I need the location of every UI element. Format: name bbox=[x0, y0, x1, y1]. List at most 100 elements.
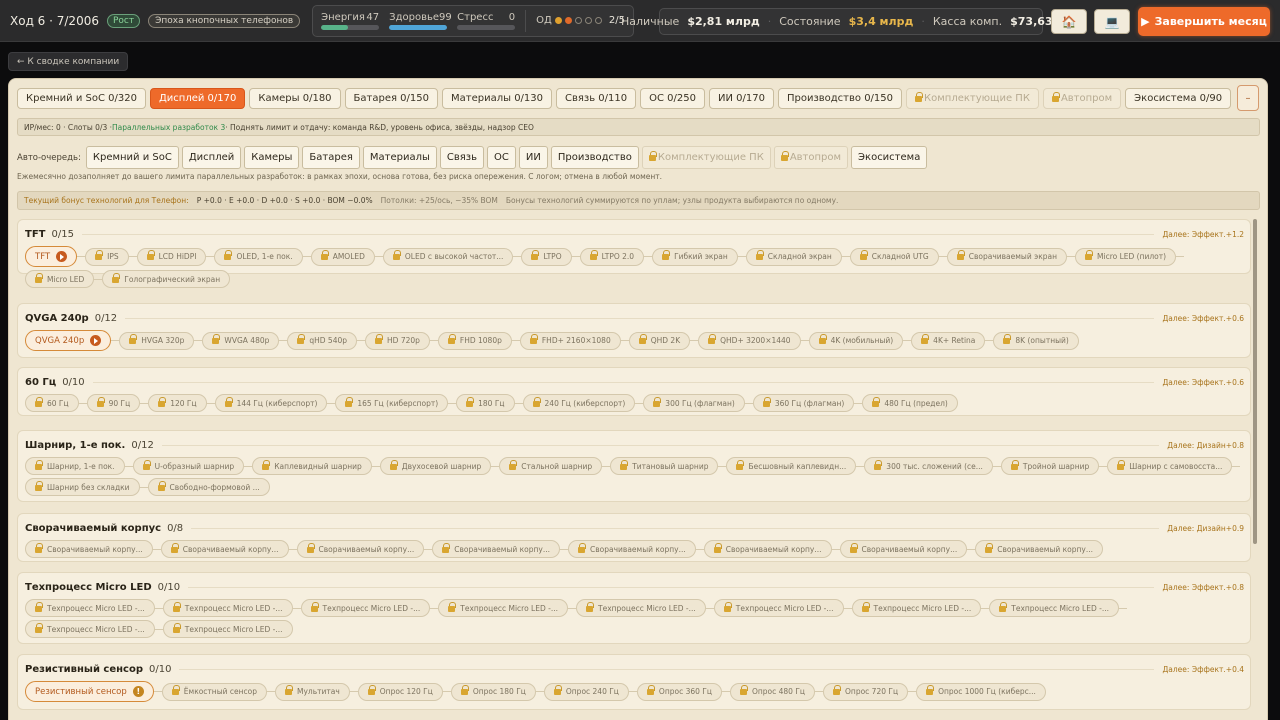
auto-queue-button-0[interactable]: Кремний и SoC bbox=[85, 146, 179, 169]
tech-node-locked[interactable]: Сворачиваемый экран bbox=[946, 247, 1068, 266]
tech-node-locked[interactable]: Сворачиваемый корпу... bbox=[160, 540, 289, 558]
tech-node-locked[interactable]: FHD+ 2160×1080 bbox=[519, 331, 621, 350]
start-research-icon[interactable] bbox=[90, 335, 102, 346]
tech-node-locked[interactable]: Титановый шарнир bbox=[610, 457, 719, 475]
parallel-dev-link[interactable]: Параллельных разработок 3 bbox=[112, 123, 225, 132]
tab-5[interactable]: Связь 0/110 bbox=[556, 88, 637, 109]
collapse-button[interactable]: – bbox=[1237, 85, 1259, 111]
tech-node-locked[interactable]: Опрос 360 Гц bbox=[636, 682, 722, 701]
auto-queue-button-5[interactable]: Связь bbox=[439, 146, 484, 169]
tech-node-locked[interactable]: 165 Гц (киберспорт) bbox=[335, 394, 449, 412]
auto-queue-button-3[interactable]: Батарея bbox=[302, 146, 360, 169]
auto-queue-button-8[interactable]: Производство bbox=[550, 146, 639, 169]
tab-2[interactable]: Камеры 0/180 bbox=[249, 88, 341, 109]
tech-node-locked[interactable]: Техпроцесс Micro LED -... bbox=[989, 599, 1119, 617]
tech-node-locked[interactable]: Шарнир с самовосста... bbox=[1107, 457, 1233, 475]
tech-node-locked[interactable]: Опрос 1000 Гц (киберс... bbox=[916, 682, 1046, 701]
tech-node-locked[interactable]: Гибкий экран bbox=[652, 247, 738, 266]
tab-8[interactable]: Производство 0/150 bbox=[777, 88, 903, 109]
finish-month-button[interactable]: ▶ Завершить месяц bbox=[1138, 7, 1270, 36]
tech-node-locked[interactable]: 4K (мобильный) bbox=[808, 331, 904, 350]
tech-node-locked[interactable]: qHD 540p bbox=[287, 331, 358, 350]
tech-node-locked[interactable]: 300 тыс. сложений (се... bbox=[864, 457, 993, 475]
auto-queue-button-11[interactable]: Экосистема bbox=[851, 146, 928, 169]
tech-node-locked[interactable]: Техпроцесс Micro LED -... bbox=[25, 599, 155, 617]
tech-node-locked[interactable]: 480 Гц (предел) bbox=[862, 394, 958, 412]
tab-3[interactable]: Батарея 0/150 bbox=[344, 88, 439, 109]
tech-node-locked[interactable]: Техпроцесс Micro LED -... bbox=[300, 599, 431, 617]
tech-node-locked[interactable]: LTPO 2.0 bbox=[579, 247, 645, 266]
tech-node-locked[interactable]: QHD+ 3200×1440 bbox=[698, 331, 801, 350]
tech-node-locked[interactable]: LCD HiDPI bbox=[136, 247, 207, 266]
auto-queue-button-7[interactable]: ИИ bbox=[518, 146, 548, 169]
tech-node-locked[interactable]: Складной UTG bbox=[849, 247, 939, 266]
tech-node-locked[interactable]: Голографический экран bbox=[102, 270, 231, 288]
tech-node-available[interactable]: TFT bbox=[25, 246, 78, 267]
tech-node-locked[interactable]: OLED с высокой частот... bbox=[382, 247, 514, 266]
tab-6[interactable]: ОС 0/250 bbox=[640, 88, 705, 109]
tech-node-locked[interactable]: Шарнир без складки bbox=[25, 478, 140, 496]
tech-node-locked[interactable]: U-образный шарнир bbox=[132, 457, 245, 475]
tech-node-locked[interactable]: 8K (опытный) bbox=[993, 331, 1079, 350]
tech-node-locked[interactable]: Micro LED bbox=[25, 270, 95, 288]
auto-queue-button-1[interactable]: Дисплей bbox=[181, 146, 242, 169]
tech-node-locked[interactable]: Мультитач bbox=[275, 682, 350, 701]
tech-node-locked[interactable]: IPS bbox=[85, 247, 129, 266]
tech-node-locked[interactable]: Техпроцесс Micro LED -... bbox=[25, 620, 155, 638]
tech-node-locked[interactable]: Опрос 720 Гц bbox=[823, 682, 909, 701]
tab-0[interactable]: Кремний и SoC 0/320 bbox=[17, 88, 146, 109]
tech-node-locked[interactable]: 60 Гц bbox=[25, 394, 79, 412]
tech-node-locked[interactable]: AMOLED bbox=[310, 247, 375, 266]
tech-node-locked[interactable]: Техпроцесс Micro LED -... bbox=[162, 599, 293, 617]
tech-node-locked[interactable]: HVGA 320p bbox=[119, 331, 195, 350]
tech-node-locked[interactable]: 300 Гц (флагман) bbox=[643, 394, 745, 412]
tech-node-locked[interactable]: Ёмкостный сенсор bbox=[161, 682, 268, 701]
tech-node-locked[interactable]: Техпроцесс Micro LED -... bbox=[576, 599, 706, 617]
tech-node-locked[interactable]: Опрос 480 Гц bbox=[729, 682, 816, 701]
tech-node-locked[interactable]: Тройной шарнир bbox=[1000, 457, 1100, 475]
tech-node-locked[interactable]: Шарнир, 1-е пок. bbox=[25, 457, 125, 475]
tech-node-locked[interactable]: Сворачиваемый корпу... bbox=[975, 540, 1103, 558]
scrollbar[interactable] bbox=[1253, 219, 1257, 544]
tech-node-locked[interactable]: Бесшовный каплевидн... bbox=[726, 457, 857, 475]
tech-node-locked[interactable]: Техпроцесс Micro LED -... bbox=[438, 599, 568, 617]
computer-button[interactable]: 💻 bbox=[1094, 9, 1130, 34]
tech-node-locked[interactable]: Свободно-формовой ... bbox=[147, 478, 270, 496]
tech-node-locked[interactable]: 90 Гц bbox=[86, 394, 141, 412]
tech-node-locked[interactable]: 120 Гц bbox=[148, 394, 207, 412]
tech-node-locked[interactable]: Сворачиваемый корпу... bbox=[432, 540, 560, 558]
tab-7[interactable]: ИИ 0/170 bbox=[708, 88, 774, 109]
tech-node-locked[interactable]: Техпроцесс Micro LED -... bbox=[162, 620, 293, 638]
tech-node-available[interactable]: Резистивный сенсор! bbox=[25, 681, 154, 702]
tech-node-locked[interactable]: 360 Гц (флагман) bbox=[752, 394, 855, 412]
tech-node-locked[interactable]: HD 720p bbox=[365, 331, 430, 350]
tech-node-locked[interactable]: Двухосевой шарнир bbox=[379, 457, 492, 475]
tab-1[interactable]: Дисплей 0/170 bbox=[149, 88, 246, 109]
tech-node-locked[interactable]: Сворачиваемый корпу... bbox=[568, 540, 696, 558]
auto-queue-button-4[interactable]: Материалы bbox=[362, 146, 437, 169]
tech-node-locked[interactable]: Каплевидный шарнир bbox=[252, 457, 372, 475]
tech-node-locked[interactable]: Опрос 120 Гц bbox=[357, 682, 443, 701]
tab-11[interactable]: Экосистема 0/90 bbox=[1125, 88, 1232, 109]
tech-node-locked[interactable]: Micro LED (пилот) bbox=[1075, 247, 1177, 266]
tech-node-locked[interactable]: 4K+ Retina bbox=[911, 331, 986, 350]
tech-node-locked[interactable]: Сворачиваемый корпу... bbox=[703, 540, 832, 558]
tech-node-locked[interactable]: 240 Гц (киберспорт) bbox=[522, 394, 636, 412]
start-research-icon[interactable] bbox=[56, 251, 68, 262]
tech-node-locked[interactable]: Техпроцесс Micro LED -... bbox=[713, 599, 844, 617]
tech-node-locked[interactable]: FHD 1080p bbox=[437, 331, 512, 350]
tech-node-locked[interactable]: Сворачиваемый корпу... bbox=[296, 540, 425, 558]
tech-node-locked[interactable]: 180 Гц bbox=[456, 394, 515, 412]
tech-node-locked[interactable]: QHD 2K bbox=[628, 331, 691, 350]
tech-node-locked[interactable]: Сворачиваемый корпу... bbox=[839, 540, 968, 558]
tech-node-locked[interactable]: Складной экран bbox=[745, 247, 842, 266]
back-to-company-button[interactable]: ← К сводке компании bbox=[8, 52, 129, 71]
tech-node-locked[interactable]: OLED, 1-е пок. bbox=[214, 247, 303, 266]
tech-node-locked[interactable]: Опрос 240 Гц bbox=[543, 682, 629, 701]
tech-node-locked[interactable]: LTPO bbox=[521, 247, 572, 266]
tech-node-available[interactable]: QVGA 240p bbox=[25, 330, 112, 351]
tech-node-locked[interactable]: Техпроцесс Micro LED -... bbox=[851, 599, 982, 617]
tech-node-locked[interactable]: WVGA 480p bbox=[202, 331, 280, 350]
home-button[interactable]: 🏠 bbox=[1051, 9, 1087, 34]
tech-node-locked[interactable]: Стальной шарнир bbox=[499, 457, 603, 475]
